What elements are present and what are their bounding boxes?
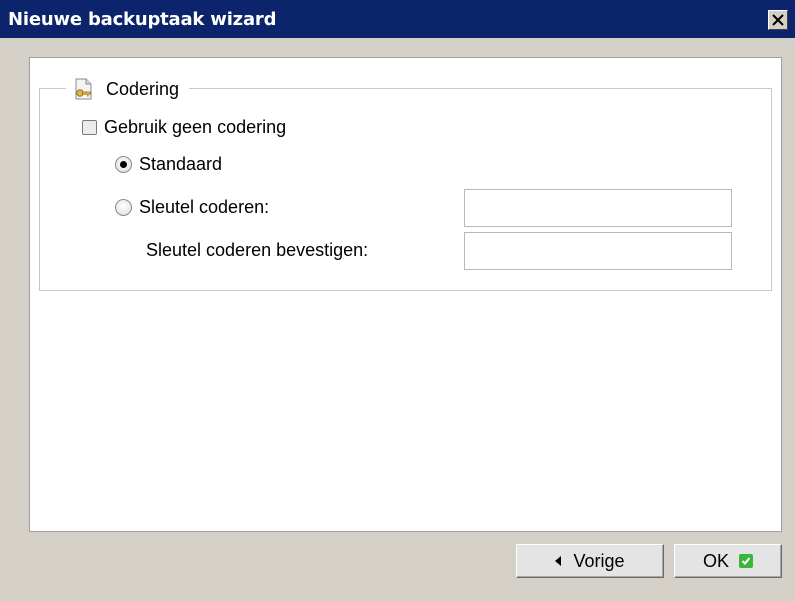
ok-button[interactable]: OK (674, 544, 782, 578)
window-title: Nieuwe backuptaak wizard (8, 9, 277, 30)
key-label: Sleutel coderen: (139, 197, 270, 217)
no-encryption-checkbox[interactable] (82, 120, 97, 135)
confirm-key-row: Sleutel coderen bevestigen: (146, 240, 368, 261)
back-button[interactable]: Vorige (516, 544, 664, 578)
arrow-left-icon (555, 556, 562, 566)
standard-label: Standaard (139, 154, 223, 174)
confirm-key-input[interactable] (464, 232, 732, 270)
back-button-label: Vorige (573, 550, 625, 571)
no-encryption-label: Gebruik geen codering (104, 117, 287, 137)
key-input[interactable] (464, 189, 732, 227)
confirm-key-label: Sleutel coderen bevestigen: (146, 240, 369, 260)
key-radio[interactable] (115, 199, 132, 216)
key-option[interactable]: Sleutel coderen: (115, 197, 269, 218)
ok-button-label: OK (702, 550, 729, 571)
title-bar[interactable]: Nieuwe backuptaak wizard (0, 0, 795, 38)
encryption-legend: Codering (66, 77, 190, 101)
key-document-icon (75, 78, 92, 100)
standard-option[interactable]: Standaard (115, 154, 222, 175)
radio-selected-dot (120, 161, 127, 168)
close-button[interactable] (768, 10, 788, 30)
content-panel: Codering Gebruik geen codering Standaard… (29, 57, 782, 532)
checkmark-icon (739, 554, 753, 568)
close-icon (772, 14, 784, 26)
section-title: Codering (106, 78, 180, 99)
no-encryption-option[interactable]: Gebruik geen codering (82, 117, 286, 138)
wizard-window: Nieuwe backuptaak wizard Codering Gebrui… (0, 0, 795, 601)
standard-radio[interactable] (115, 156, 132, 173)
